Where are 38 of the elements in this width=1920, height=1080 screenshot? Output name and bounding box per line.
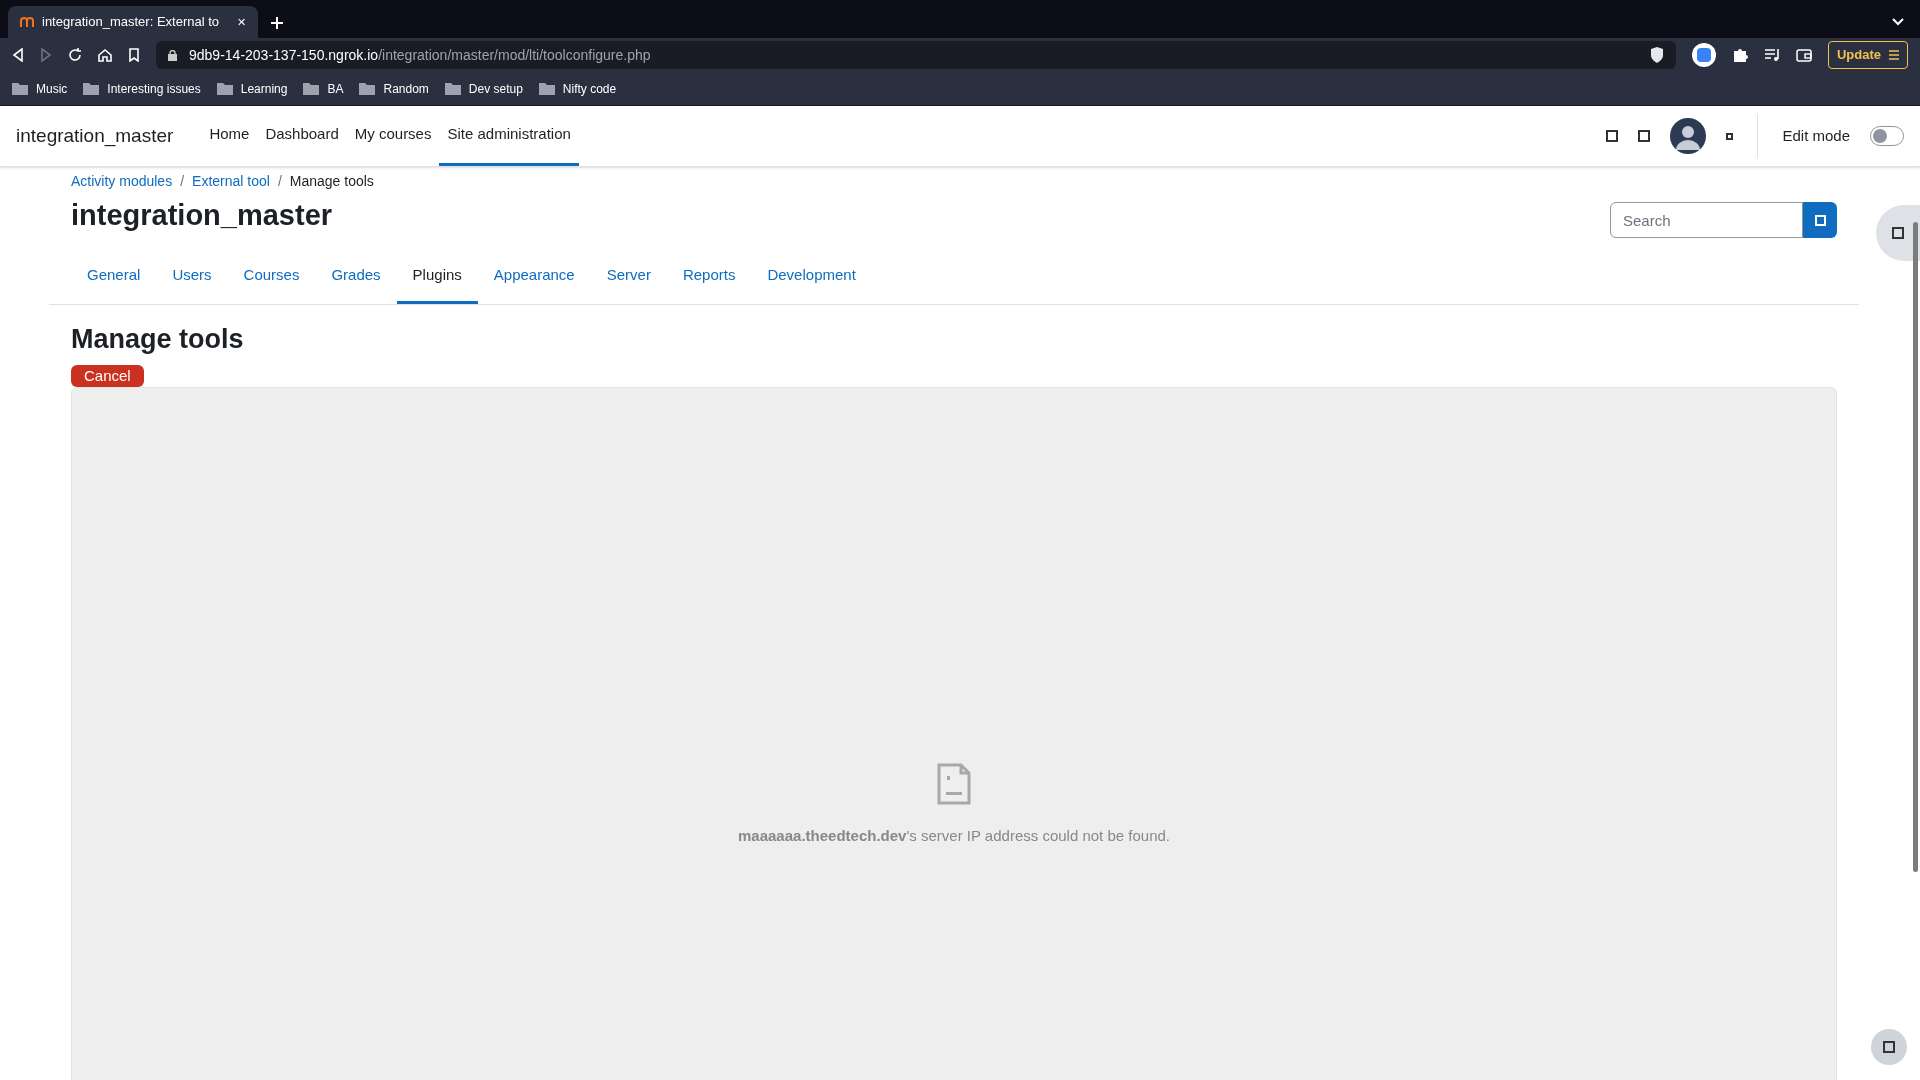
url-text: 9db9-14-203-137-150.ngrok.io/integration/master/mod/lti/toolconfigure.php bbox=[189, 45, 652, 65]
close-icon[interactable]: ✕ bbox=[237, 13, 246, 31]
update-button[interactable]: Update bbox=[1827, 41, 1908, 69]
bookmark-link[interactable]: Random bbox=[383, 79, 429, 98]
section-title: Manage tools bbox=[71, 323, 245, 356]
bookmark-link[interactable]: Music bbox=[36, 79, 68, 98]
breadcrumb-link[interactable]: Activity modules bbox=[71, 171, 173, 192]
page-heading: integration_master bbox=[71, 198, 333, 234]
cancel-button[interactable]: Cancel bbox=[71, 364, 144, 388]
browser-tab[interactable]: integration_master: External to ✕ bbox=[8, 6, 258, 38]
error-message: maaaaaa.theedtech.dev's server IP address could not be found. bbox=[738, 826, 1170, 847]
admin-tab[interactable]: Courses bbox=[227, 250, 316, 304]
nav-link[interactable]: Dashboard bbox=[257, 106, 347, 166]
admin-tab[interactable]: General bbox=[71, 250, 157, 304]
bookmark-link[interactable]: Learning bbox=[240, 79, 288, 98]
admin-tab[interactable]: Server bbox=[590, 250, 667, 304]
admin-tab[interactable]: Reports bbox=[666, 250, 752, 304]
bookmark-link[interactable]: Interesting issues bbox=[107, 79, 201, 98]
site-name[interactable]: integration_master bbox=[16, 121, 174, 151]
address-field[interactable]: 9db9-14-203-137-150.ngrok.io/integration/master/mod/lti/toolconfigure.php bbox=[156, 41, 1676, 69]
admin-tab[interactable]: Users bbox=[156, 250, 228, 304]
breadcrumb-separator: / bbox=[180, 172, 185, 191]
admin-tab[interactable]: Appearance bbox=[477, 250, 591, 304]
admin-tab[interactable]: Plugins bbox=[396, 250, 478, 304]
nav-link[interactable]: Home bbox=[201, 106, 258, 166]
search-field[interactable]: Search bbox=[1610, 202, 1803, 238]
tab-title: integration_master: External to bbox=[42, 13, 221, 32]
nav-link[interactable]: My courses bbox=[346, 106, 440, 166]
bookmark-link[interactable]: BA bbox=[327, 79, 344, 98]
admin-tab[interactable]: Development bbox=[751, 250, 872, 304]
breadcrumb-link[interactable]: External tool bbox=[192, 171, 270, 192]
bookmark-link[interactable]: Dev setup bbox=[468, 79, 523, 98]
nav-link[interactable]: Site administration bbox=[439, 106, 579, 166]
breadcrumb-link[interactable]: Manage tools bbox=[289, 171, 374, 192]
admin-tab[interactable]: Grades bbox=[315, 250, 397, 304]
edit-mode-label: Edit mode bbox=[1782, 125, 1850, 146]
breadcrumb-separator: / bbox=[277, 172, 282, 191]
bookmark-link[interactable]: Nifty code bbox=[562, 79, 617, 98]
